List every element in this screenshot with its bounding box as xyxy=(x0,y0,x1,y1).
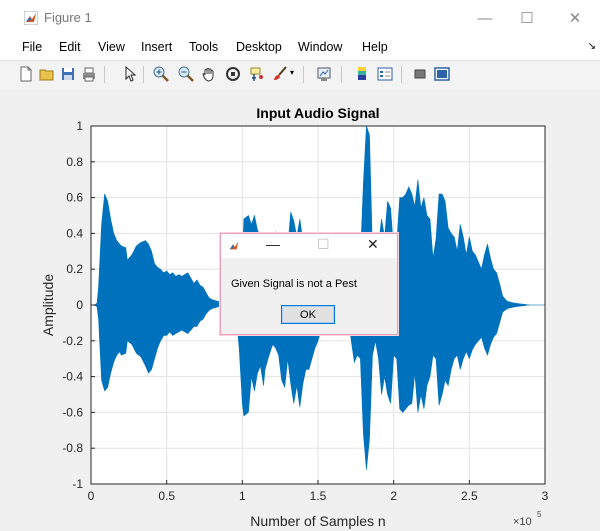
colorbar-icon[interactable] xyxy=(354,66,370,82)
menu-tools[interactable]: Tools xyxy=(189,40,218,54)
y-tick-label: 0.2 xyxy=(66,262,83,276)
x-exponent-label: ×10 xyxy=(513,516,532,528)
y-tick-label: 1 xyxy=(76,119,83,133)
print-icon[interactable] xyxy=(81,66,97,82)
zoom-out-icon[interactable] xyxy=(178,66,194,82)
x-tick-label: 1 xyxy=(239,489,246,503)
x-tick-label: 0 xyxy=(88,489,95,503)
dialog-close-button[interactable]: ✕ xyxy=(367,236,379,253)
menu-bar: File Edit View Insert Tools Desktop Wind… xyxy=(0,38,600,58)
x-exponent-value: 5 xyxy=(537,510,542,519)
close-button[interactable]: ✕ xyxy=(552,4,598,32)
link-plot-icon[interactable] xyxy=(316,66,332,82)
rotate-3d-icon[interactable] xyxy=(225,66,241,82)
menu-help[interactable]: Help xyxy=(362,40,388,54)
matlab-logo-icon xyxy=(24,11,38,25)
new-figure-icon[interactable] xyxy=(18,66,34,82)
dialog-message: Given Signal is not a Pest xyxy=(231,278,357,290)
y-tick-label: -0.4 xyxy=(62,370,83,384)
window-titlebar: Figure 1 — ☐ ✕ xyxy=(0,0,600,34)
pan-icon[interactable] xyxy=(201,66,217,82)
dialog-titlebar: — ☐ ✕ xyxy=(221,234,397,258)
menu-insert[interactable]: Insert xyxy=(141,40,172,54)
hide-plot-tools-icon[interactable] xyxy=(412,66,428,82)
x-tick-label: 3 xyxy=(542,489,549,503)
brush-icon[interactable] xyxy=(272,66,288,82)
y-tick-label: 0 xyxy=(76,298,83,312)
matlab-logo-icon xyxy=(229,241,239,250)
menu-overflow-icon[interactable]: ↘ xyxy=(588,41,596,52)
menu-desktop[interactable]: Desktop xyxy=(236,40,282,54)
x-tick-label: 1.5 xyxy=(310,489,327,503)
chart-title: Input Audio Signal xyxy=(256,105,379,121)
x-tick-label: 2.5 xyxy=(461,489,478,503)
y-tick-label: -0.8 xyxy=(62,441,83,455)
y-axis-label: Amplitude xyxy=(40,274,56,336)
message-dialog: — ☐ ✕ Given Signal is not a Pest OK xyxy=(220,233,398,335)
menu-view[interactable]: View xyxy=(98,40,125,54)
save-icon[interactable] xyxy=(60,66,76,82)
toolbar-separator xyxy=(303,66,304,83)
y-tick-label: -0.6 xyxy=(62,405,83,419)
dialog-maximize-button: ☐ xyxy=(317,236,330,252)
toolbar-separator xyxy=(143,66,144,83)
x-axis-label: Number of Samples n xyxy=(250,513,385,529)
menu-file[interactable]: File xyxy=(22,40,42,54)
brush-dropdown-icon[interactable]: ▾ xyxy=(290,68,294,77)
ok-button[interactable]: OK xyxy=(281,305,335,324)
minimize-button[interactable]: — xyxy=(462,4,508,32)
y-tick-label: 0.8 xyxy=(66,155,83,169)
toolbar-separator xyxy=(341,66,342,83)
toolbar-separator xyxy=(104,66,105,83)
figure-toolbar: ▾ xyxy=(0,60,600,90)
y-tick-label: -0.2 xyxy=(62,334,83,348)
y-tick-label: 0.6 xyxy=(66,191,83,205)
open-file-icon[interactable] xyxy=(39,66,55,82)
zoom-in-icon[interactable] xyxy=(153,66,169,82)
menu-window[interactable]: Window xyxy=(298,40,342,54)
menu-edit[interactable]: Edit xyxy=(59,40,81,54)
legend-icon[interactable] xyxy=(377,66,393,82)
x-tick-label: 2 xyxy=(390,489,397,503)
x-tick-label: 0.5 xyxy=(158,489,175,503)
y-tick-label: 0.4 xyxy=(66,226,83,240)
maximize-button[interactable]: ☐ xyxy=(504,4,550,32)
y-tick-label: -1 xyxy=(72,477,83,491)
dialog-minimize-button[interactable]: — xyxy=(266,236,280,252)
show-plot-tools-icon[interactable] xyxy=(434,66,450,82)
window-title: Figure 1 xyxy=(44,10,92,25)
data-cursor-icon[interactable] xyxy=(249,66,265,82)
toolbar-separator xyxy=(401,66,402,83)
pointer-icon[interactable] xyxy=(122,66,138,82)
